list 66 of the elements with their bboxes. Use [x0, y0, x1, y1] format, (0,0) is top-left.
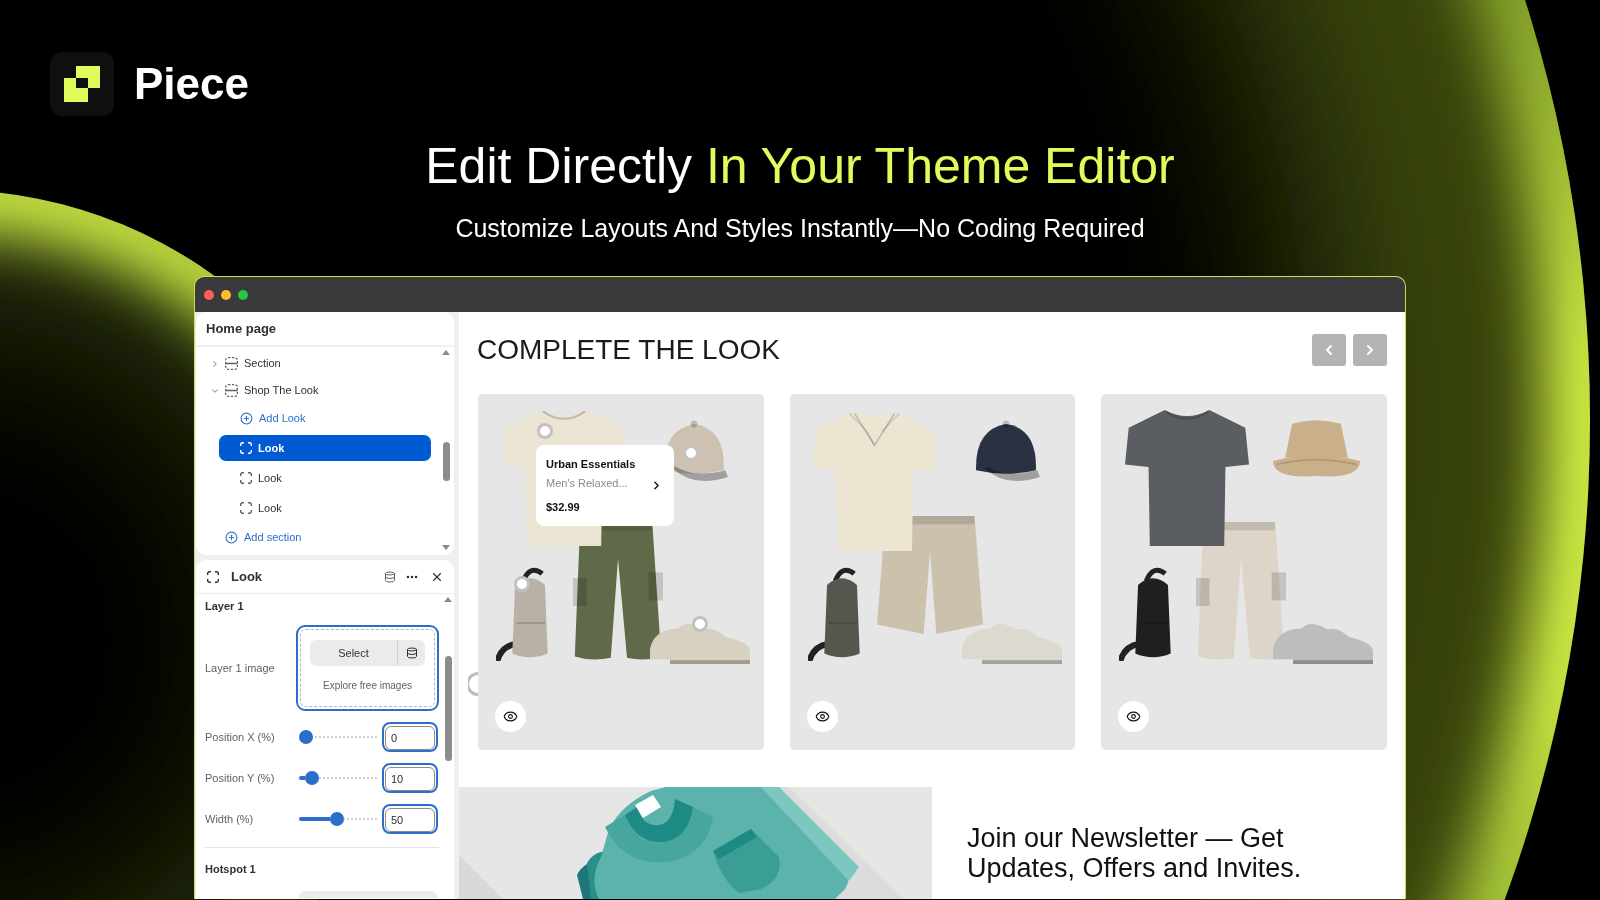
product-price: $32.99 — [546, 500, 581, 514]
preview-button[interactable] — [495, 701, 526, 732]
eye-icon — [814, 709, 830, 724]
select-button[interactable]: Select — [310, 640, 397, 666]
look-card[interactable] — [789, 394, 1076, 750]
add-link[interactable]: Add section — [225, 525, 310, 549]
slider-thumb[interactable] — [299, 730, 313, 744]
panel-title: Look — [231, 567, 263, 586]
scrollbar-thumb[interactable] — [444, 656, 452, 761]
scrollbar-thumb[interactable] — [442, 442, 450, 481]
product-popup[interactable]: Urban Essentials Men's Relaxed... $32.99 — [536, 445, 674, 526]
slider-thumb[interactable] — [305, 771, 320, 785]
number-field[interactable]: 10 — [382, 763, 438, 793]
number-field[interactable]: 0 — [382, 722, 438, 752]
field-label: Layer 1 image — [205, 660, 276, 676]
field-label: Position X (%) — [205, 729, 276, 745]
newsletter-heading: Join our Newsletter — Get Updates, Offers and Invites. — [966, 822, 1303, 885]
number-field[interactable]: 50 — [382, 804, 438, 834]
add-link[interactable]: Add Look — [219, 405, 431, 432]
hotspot-marker-icon[interactable] — [514, 576, 530, 592]
field-label: Width (%) — [205, 811, 255, 827]
partial-ring-icon — [468, 672, 479, 696]
scroll-up-icon[interactable] — [444, 597, 452, 602]
section-item[interactable]: Shop The Look — [225, 378, 327, 403]
block-item[interactable]: Look — [219, 495, 431, 521]
maximize-window-icon[interactable] — [238, 289, 248, 300]
scroll-down-icon[interactable] — [442, 545, 450, 550]
hero-subtitle: Customize Layouts And Styles Instantly—No Coding Required — [455, 213, 1145, 243]
product-brand: Urban Essentials — [546, 457, 636, 471]
block-item[interactable]: Look — [219, 465, 431, 491]
group-heading: Hotspot 1 — [205, 861, 257, 877]
database-icon — [405, 647, 418, 659]
database-icon[interactable] — [384, 570, 396, 583]
group-heading: Layer 1 — [205, 598, 245, 614]
slider-track[interactable] — [299, 812, 377, 826]
add-icon — [240, 412, 253, 425]
look-card[interactable]: Urban Essentials Men's Relaxed... $32.99 — [478, 394, 764, 750]
add-icon — [225, 530, 238, 544]
minimize-window-icon[interactable] — [221, 289, 231, 300]
section-icon — [225, 384, 238, 397]
image-picker[interactable]: Select Explore free images — [296, 625, 439, 711]
block-item[interactable]: Look — [219, 435, 431, 461]
section-item[interactable]: Section — [225, 351, 289, 376]
product-name: Men's Relaxed... — [546, 476, 629, 490]
scroll-up-icon[interactable] — [442, 350, 450, 355]
hotspot-marker-icon[interactable] — [692, 616, 708, 632]
preview-button[interactable] — [1118, 701, 1150, 732]
eye-icon — [503, 709, 518, 724]
hero-title: In Your Theme Editor — [705, 138, 1175, 194]
eye-icon — [1126, 709, 1142, 724]
slider-track[interactable] — [299, 730, 377, 744]
picker-field[interactable] — [299, 891, 437, 898]
section-icon — [225, 357, 238, 370]
hero-title: Edit Directly — [425, 138, 692, 194]
slider-track[interactable] — [299, 771, 377, 785]
library-button[interactable] — [397, 640, 425, 666]
logo-icon — [50, 52, 114, 116]
slider-thumb[interactable] — [330, 812, 345, 826]
close-window-icon[interactable] — [204, 289, 214, 300]
preview-button[interactable] — [806, 701, 838, 732]
brand-name: Piece — [134, 58, 249, 110]
panel-title: Home page — [206, 319, 277, 338]
section-heading: COMPLETE THE LOOK — [477, 334, 780, 366]
look-card[interactable] — [1101, 394, 1387, 750]
explore-images-link[interactable]: Explore free images — [323, 679, 412, 693]
field-label: Position Y (%) — [205, 770, 276, 786]
